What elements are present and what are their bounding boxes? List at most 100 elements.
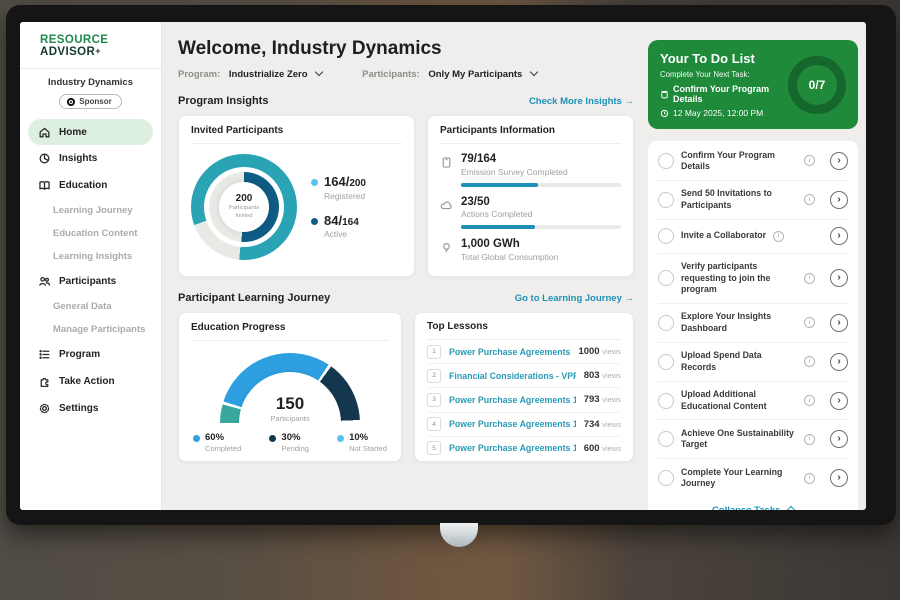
lesson-link[interactable]: Power Purchase Agreements 103 xyxy=(449,443,576,453)
lesson-rank: 4 xyxy=(427,417,441,431)
task-open-button[interactable]: › xyxy=(830,469,848,487)
lesson-link[interactable]: Power Purchase Agreements 101 xyxy=(449,395,576,405)
task-info-icon[interactable]: i xyxy=(804,273,815,284)
task-checkbox[interactable] xyxy=(658,470,674,486)
task-info-icon[interactable]: i xyxy=(804,434,815,445)
progress-bar xyxy=(461,183,621,187)
lesson-row: 3 Power Purchase Agreements 101 793 view… xyxy=(427,388,621,412)
task-info-icon[interactable]: i xyxy=(804,317,815,328)
task-row[interactable]: Complete Your Learning Journey i › xyxy=(658,459,848,497)
go-to-learning-journey-link[interactable]: Go to Learning Journey → xyxy=(515,293,634,304)
task-row[interactable]: Upload Additional Educational Content i … xyxy=(658,382,848,421)
stat-label: Actions Completed xyxy=(461,209,621,219)
sidebar-item-home[interactable]: Home xyxy=(28,119,153,145)
task-checkbox[interactable] xyxy=(658,315,674,331)
task-label: Upload Spend Data Records xyxy=(681,350,797,373)
task-open-button[interactable]: › xyxy=(830,314,848,332)
task-open-button[interactable]: › xyxy=(830,191,848,209)
participants-dropdown[interactable]: Participants: Only My Participants xyxy=(362,69,537,80)
sidebar-item-label: Manage Participants xyxy=(53,324,145,335)
sidebar-item-learning-insights[interactable]: Learning Insights xyxy=(20,245,161,268)
stat-value: 23/50 xyxy=(461,196,621,209)
todo-progress-ring: 0/7 xyxy=(788,56,846,114)
collapse-tasks-link[interactable]: Collapse Tasks xyxy=(658,497,848,510)
task-row[interactable]: Invite a Collaborator i › xyxy=(658,220,848,254)
sidebar-item-general-data[interactable]: General Data xyxy=(20,295,161,318)
task-row[interactable]: Confirm Your Program Details i › xyxy=(658,142,848,181)
program-filter-value: Industrialize Zero xyxy=(229,69,308,80)
task-row[interactable]: Upload Spend Data Records i › xyxy=(658,343,848,382)
insights-cards-row: Invited Participants 200 Participants In… xyxy=(178,115,634,277)
check-more-insights-link[interactable]: Check More Insights → xyxy=(529,96,634,107)
card-title: Invited Participants xyxy=(191,125,402,144)
clipboard-icon xyxy=(660,90,669,99)
sidebar-item-settings[interactable]: Settings xyxy=(20,395,161,422)
task-info-icon[interactable]: i xyxy=(804,395,815,406)
task-checkbox[interactable] xyxy=(658,192,674,208)
task-info-icon[interactable]: i xyxy=(804,356,815,367)
sidebar-item-insights[interactable]: Insights xyxy=(20,145,161,172)
task-open-button[interactable]: › xyxy=(830,269,848,287)
sidebar-item-education[interactable]: Education xyxy=(20,172,161,199)
lesson-link[interactable]: Power Purchase Agreements 102 xyxy=(449,419,576,429)
divider xyxy=(20,68,161,69)
legend-item-pending: 30% Pending xyxy=(269,433,309,453)
participants-icon xyxy=(38,275,51,288)
program-dropdown[interactable]: Program: Industrialize Zero xyxy=(178,69,322,80)
sidebar-item-label: Insights xyxy=(59,153,97,164)
sidebar-item-manage-participants[interactable]: Manage Participants xyxy=(20,318,161,341)
section-title: Program Insights xyxy=(178,95,268,107)
todo-due: 12 May 2025, 12:00 PM xyxy=(660,108,788,118)
sidebar-item-take-action[interactable]: Take Action xyxy=(20,368,161,395)
task-info-icon[interactable]: i xyxy=(804,473,815,484)
card-title: Top Lessons xyxy=(427,321,621,340)
program-filter-label: Program: xyxy=(178,69,220,80)
sidebar-item-program[interactable]: Program xyxy=(20,341,161,368)
task-row[interactable]: Achieve One Sustainability Target i › xyxy=(658,420,848,459)
lesson-row: 4 Power Purchase Agreements 102 734 view… xyxy=(427,413,621,437)
legend-item-active: 84/164 Active xyxy=(311,214,366,239)
stat-emission-survey: 79/164 Emission Survey Completed xyxy=(440,153,621,187)
task-checkbox[interactable] xyxy=(658,431,674,447)
participants-filter-label: Participants: xyxy=(362,69,420,80)
task-open-button[interactable]: › xyxy=(830,353,848,371)
lesson-views-count: 734 xyxy=(584,419,600,430)
task-checkbox[interactable] xyxy=(658,270,674,286)
donut-center: 200 Participants Invited xyxy=(219,182,269,232)
home-icon xyxy=(38,126,51,139)
task-row[interactable]: Verify participants requesting to join t… xyxy=(658,254,848,304)
sidebar-item-label: Education xyxy=(59,180,107,191)
chevron-down-icon xyxy=(315,68,323,76)
task-open-button[interactable]: › xyxy=(830,152,848,170)
top-lessons-card: Top Lessons 1 Power Purchase Agreements … xyxy=(414,312,634,462)
legend-label: Completed xyxy=(205,444,241,453)
task-info-icon[interactable]: i xyxy=(773,231,784,242)
task-info-icon[interactable]: i xyxy=(804,155,815,166)
task-open-button[interactable]: › xyxy=(830,392,848,410)
task-info-icon[interactable]: i xyxy=(804,194,815,205)
sidebar-item-label: Program xyxy=(59,349,100,360)
sidebar-item-participants[interactable]: Participants xyxy=(20,268,161,295)
task-checkbox[interactable] xyxy=(658,393,674,409)
chevron-down-icon xyxy=(530,68,538,76)
gauge-center: 150 Participants xyxy=(220,395,360,423)
sidebar-item-learning-journey[interactable]: Learning Journey xyxy=(20,199,161,222)
task-checkbox[interactable] xyxy=(658,354,674,370)
gauge-center-value: 150 xyxy=(220,395,360,412)
settings-icon xyxy=(38,402,51,415)
task-row[interactable]: Explore Your Insights Dashboard i › xyxy=(658,304,848,343)
lesson-link[interactable]: Power Purchase Agreements 101 xyxy=(449,347,570,357)
lesson-link[interactable]: Financial Considerations - VPPAs xyxy=(449,371,576,381)
task-row[interactable]: Send 50 Invitations to Participants i › xyxy=(658,181,848,220)
sidebar-item-label: General Data xyxy=(53,301,112,312)
learning-cards-row: Education Progress 150 Participants xyxy=(178,312,634,462)
donut-center-label: Participants Invited xyxy=(224,205,264,220)
task-checkbox[interactable] xyxy=(658,153,674,169)
gauge-center-label: Participants xyxy=(220,414,360,423)
task-checkbox[interactable] xyxy=(658,228,674,244)
task-open-button[interactable]: › xyxy=(830,227,848,245)
sidebar-item-education-content[interactable]: Education Content xyxy=(20,222,161,245)
legend-pct: 10% xyxy=(349,433,387,443)
task-open-button[interactable]: › xyxy=(830,430,848,448)
legend-label: Pending xyxy=(281,444,309,453)
